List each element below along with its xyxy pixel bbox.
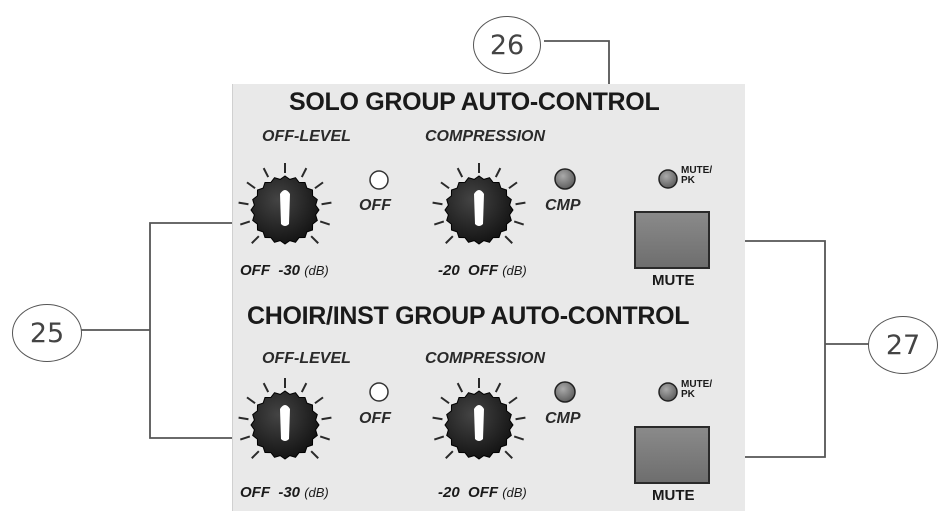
- knob-tick: [504, 450, 513, 459]
- knob-tick: [319, 220, 331, 226]
- knob-tick: [440, 396, 450, 405]
- knob-tick: [494, 167, 502, 178]
- knob-tick: [262, 382, 270, 393]
- knob-tick: [314, 181, 324, 190]
- knob-tick: [513, 435, 525, 441]
- solo-cmp-led: [554, 168, 576, 190]
- knob-tick: [310, 450, 319, 459]
- choir-mute-label: MUTE: [652, 487, 695, 504]
- choir-off-level-knob[interactable]: [238, 378, 332, 460]
- knob-tick: [440, 181, 450, 190]
- choir-cmp-led: [554, 381, 576, 403]
- knob-tick: [239, 220, 251, 226]
- solo-compression-scale: -20 OFF (dB): [438, 262, 527, 279]
- choir-off-led-label: OFF: [359, 410, 391, 427]
- solo-mute-button[interactable]: [634, 211, 710, 269]
- knob-tick: [445, 235, 454, 244]
- callout-27: 27: [868, 316, 938, 374]
- callout-26: 26: [473, 16, 541, 74]
- solo-off-level-knob[interactable]: [238, 163, 332, 245]
- knob-tick: [456, 382, 464, 393]
- knob-tick: [494, 382, 502, 393]
- knob-tick: [508, 396, 518, 405]
- knob-tick: [433, 435, 445, 441]
- knob-tick: [445, 450, 454, 459]
- knob-tick: [251, 235, 260, 244]
- choir-compression-knob[interactable]: [432, 378, 526, 460]
- knob-tick: [319, 435, 331, 441]
- knob-pointer: [474, 190, 484, 226]
- choir-compression-scale: -20 OFF (dB): [438, 484, 527, 501]
- knob-tick: [310, 235, 319, 244]
- knob-tick: [300, 382, 308, 393]
- knob-layer: [238, 163, 678, 460]
- solo-off-led-label: OFF: [359, 197, 391, 214]
- knob-tick: [321, 416, 332, 421]
- solo-mute-pk-label: MUTE/PK: [681, 165, 713, 186]
- solo-off-level-scale: OFF -30 (dB): [240, 262, 329, 279]
- choir-mute-pk-label: MUTE/PK: [681, 379, 713, 400]
- knob-pointer: [280, 405, 290, 441]
- choir-off-led: [369, 382, 389, 402]
- knob-tick: [262, 167, 270, 178]
- choir-cmp-led-label: CMP: [545, 410, 581, 427]
- callout-25: 25: [12, 304, 82, 362]
- knob-tick: [504, 235, 513, 244]
- choir-mute-pk-led: [658, 382, 678, 402]
- knob-tick: [513, 220, 525, 226]
- knob-tick: [238, 201, 249, 206]
- knob-tick: [515, 201, 526, 206]
- knob-tick: [239, 435, 251, 441]
- knob-tick: [246, 396, 256, 405]
- choir-mute-button[interactable]: [634, 426, 710, 484]
- knob-tick: [246, 181, 256, 190]
- solo-compression-knob[interactable]: [432, 163, 526, 245]
- knob-tick: [251, 450, 260, 459]
- knob-tick: [456, 167, 464, 178]
- knob-tick: [321, 201, 332, 206]
- solo-mute-pk-led: [658, 169, 678, 189]
- knob-tick: [300, 167, 308, 178]
- knob-tick: [314, 396, 324, 405]
- knob-pointer: [280, 190, 290, 226]
- knob-tick: [432, 416, 443, 421]
- choir-off-level-scale: OFF -30 (dB): [240, 484, 329, 501]
- solo-off-led: [369, 170, 389, 190]
- solo-cmp-led-label: CMP: [545, 197, 581, 214]
- solo-mute-label: MUTE: [652, 272, 695, 289]
- knob-tick: [508, 181, 518, 190]
- knob-pointer: [474, 405, 484, 441]
- knob-tick: [238, 416, 249, 421]
- knob-tick: [432, 201, 443, 206]
- knob-tick: [433, 220, 445, 226]
- knob-tick: [515, 416, 526, 421]
